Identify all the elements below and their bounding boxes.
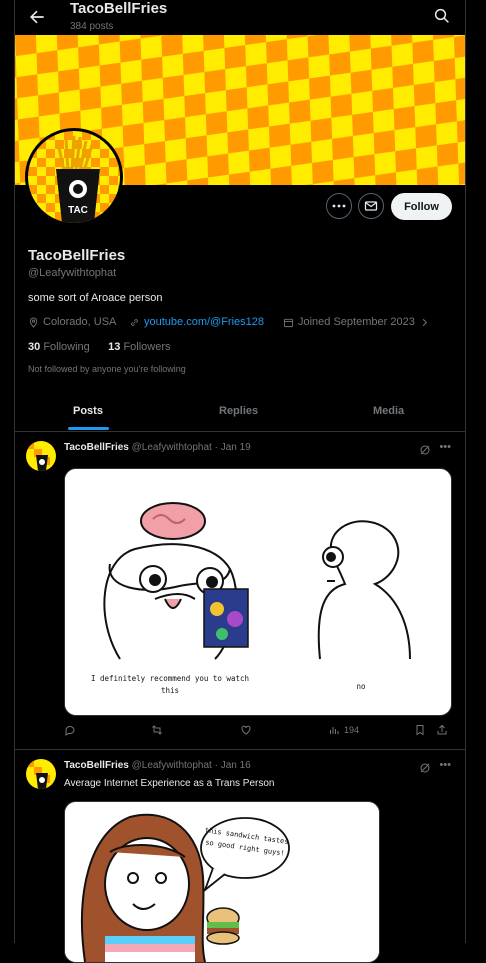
back-arrow-icon[interactable] <box>27 7 47 27</box>
profile-tabs: Posts Replies Media <box>15 393 465 432</box>
comic-drawing: this sandwich tastes so good right guys! <box>65 802 379 962</box>
post-actions: 194 <box>64 724 450 740</box>
tab-replies[interactable]: Replies <box>219 405 258 417</box>
join-date-text: Joined September 2023 <box>298 316 415 328</box>
calendar-icon <box>283 318 294 327</box>
post-item[interactable]: TacoBellFries @Leafywithtophat · Jan 19 … <box>15 432 465 750</box>
tab-posts[interactable]: Posts <box>73 405 103 417</box>
active-tab-indicator <box>68 427 109 430</box>
more-dots-icon <box>332 204 346 208</box>
header-title: TacoBellFries <box>70 0 168 17</box>
views-count: 194 <box>344 725 360 735</box>
follow-counts: 30 Following 13 Followers <box>28 341 171 353</box>
post-more-icon[interactable]: ••• <box>439 441 451 453</box>
search-icon[interactable] <box>433 7 451 25</box>
following-link[interactable]: 30 Following <box>28 341 90 353</box>
post-text: Average Internet Experience as a Trans P… <box>64 778 275 789</box>
post-item[interactable]: TacoBellFries @Leafywithtophat · Jan 16 … <box>15 750 465 963</box>
heart-icon <box>241 725 251 735</box>
more-options-button[interactable] <box>326 193 352 219</box>
profile-column: TacoBellFries 384 posts TAC Follow TacoB… <box>14 0 466 963</box>
link-icon <box>131 318 138 326</box>
chevron-right-icon[interactable] <box>419 317 430 328</box>
svg-text:TAC: TAC <box>68 205 88 216</box>
header-post-count: 384 posts <box>70 21 114 32</box>
profile-handle: @Leafywithtophat <box>28 267 117 279</box>
grok-icon[interactable] <box>419 444 431 456</box>
profile-bio: some sort of Aroace person <box>28 292 163 304</box>
location-text: Colorado, USA <box>43 316 117 328</box>
repost-button[interactable] <box>151 724 163 736</box>
website-link[interactable]: youtube.com/@Fries128 <box>144 316 264 328</box>
profile-name: TacoBellFries <box>28 247 126 264</box>
envelope-icon <box>364 201 378 211</box>
like-button[interactable] <box>240 724 252 736</box>
post-image[interactable]: I definitely recommend you to watch this… <box>64 468 452 716</box>
not-followed-notice: Not followed by anyone you're following <box>28 364 186 374</box>
share-button[interactable] <box>436 724 448 736</box>
post-avatar[interactable] <box>26 759 56 789</box>
location: Colorado, USA <box>28 316 116 328</box>
profile-avatar[interactable]: TAC <box>25 128 123 226</box>
message-button[interactable] <box>358 193 384 219</box>
bookmark-button[interactable] <box>414 724 426 736</box>
reply-icon <box>65 726 75 736</box>
views-button[interactable]: 194 <box>328 724 359 736</box>
join-date: Joined September 2023 <box>283 316 430 328</box>
tab-media[interactable]: Media <box>373 405 404 417</box>
reply-button[interactable] <box>64 724 76 736</box>
followers-link[interactable]: 13 Followers <box>108 341 170 353</box>
post-author[interactable]: TacoBellFries @Leafywithtophat · Jan 19 <box>64 442 251 453</box>
post-author[interactable]: TacoBellFries @Leafywithtophat · Jan 16 <box>64 760 251 771</box>
share-icon <box>437 724 447 735</box>
comic-drawing: I definitely recommend you to watch this… <box>65 469 451 715</box>
post-more-icon[interactable]: ••• <box>439 759 451 771</box>
top-header: TacoBellFries 384 posts <box>15 0 465 35</box>
post-image[interactable]: this sandwich tastes so good right guys! <box>64 801 380 963</box>
bookmark-icon <box>416 725 424 736</box>
location-pin-icon <box>29 316 38 328</box>
comic-caption-left-line2: this <box>161 686 179 695</box>
comic-caption-right: no <box>356 682 366 691</box>
post-avatar[interactable] <box>26 441 56 471</box>
grok-icon[interactable] <box>419 762 431 774</box>
website: youtube.com/@Fries128 <box>129 316 264 328</box>
repost-icon <box>152 725 162 735</box>
comic-caption-left-line1: I definitely recommend you to watch <box>91 674 249 683</box>
follow-button[interactable]: Follow <box>391 193 452 220</box>
views-chart-icon <box>330 727 339 734</box>
